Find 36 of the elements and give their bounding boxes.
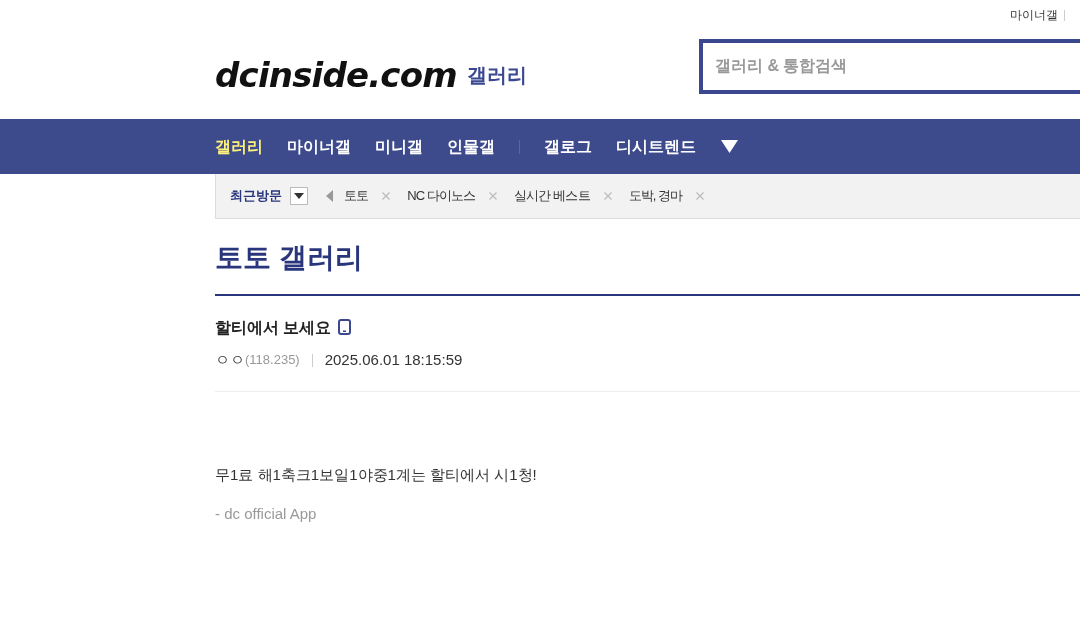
caret-icon xyxy=(294,193,304,199)
recent-visits-label: 최근방문 xyxy=(230,187,282,206)
logo[interactable]: dcinside.com xyxy=(215,57,457,92)
post-date: 2025.06.01 18:15:59 xyxy=(324,349,463,370)
search-field[interactable]: 갤러리 & 통합검색 xyxy=(699,38,1080,94)
remove-button[interactable] xyxy=(382,192,391,200)
gallery-title: 토토 갤러리 xyxy=(215,241,363,275)
close-icon xyxy=(696,192,705,200)
more-button[interactable] xyxy=(721,140,738,153)
triangle-left-icon xyxy=(326,190,333,202)
remove-button[interactable] xyxy=(696,192,705,200)
logo-subtitle: 갤러리 xyxy=(466,64,527,85)
nav-tab[interactable]: 갤로그 xyxy=(544,138,592,155)
recent-gallery-link[interactable]: 도박, 경마 xyxy=(628,186,683,206)
close-icon xyxy=(603,192,612,200)
top-link[interactable]: 마이너갤 xyxy=(1010,6,1058,24)
recent-gallery-link[interactable]: 실시간 베스트 xyxy=(514,186,590,206)
post-title: 할티에서 보세요 xyxy=(215,317,332,337)
nav-tab[interactable]: 갤러리 xyxy=(215,138,263,155)
author-ip: (118.235) xyxy=(245,351,300,370)
recent-gallery-link[interactable]: NC 다이노스 xyxy=(407,186,476,206)
nav-tab[interactable]: 미니갤 xyxy=(375,138,423,155)
previous-button[interactable] xyxy=(326,190,333,202)
nav-tab[interactable]: 디시트렌드 xyxy=(616,138,696,155)
author-name[interactable]: ㅇㅇ xyxy=(215,348,245,372)
nav-tab[interactable]: 인물갤 xyxy=(447,138,495,155)
post-text: 무1료 해1축크1보일1야중1계는 할티에서 시1청! xyxy=(215,465,537,486)
nav-tab[interactable]: 마이너갤 xyxy=(287,138,351,155)
remove-button[interactable] xyxy=(489,192,498,200)
close-icon xyxy=(382,192,391,200)
triangle-down-icon xyxy=(721,140,738,153)
dropdown-button[interactable] xyxy=(290,187,308,205)
close-icon xyxy=(489,192,498,200)
signature-text: - dc official App xyxy=(215,503,317,524)
recent-gallery-link[interactable]: 토토 xyxy=(344,186,369,206)
remove-button[interactable] xyxy=(603,192,612,200)
